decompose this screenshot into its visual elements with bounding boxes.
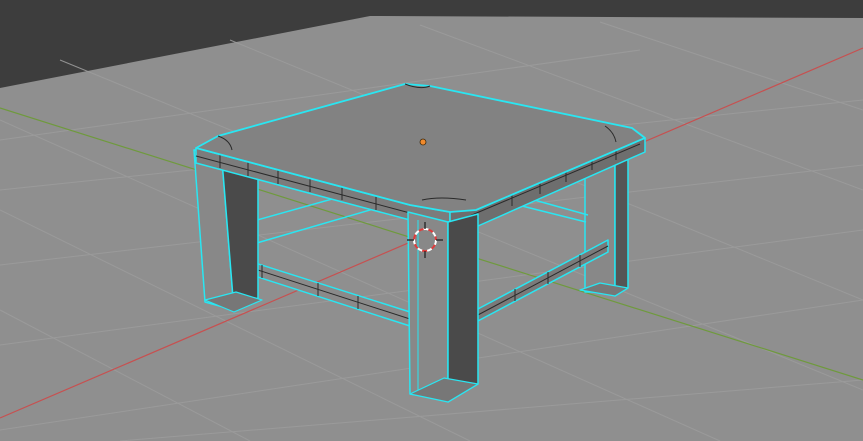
viewport-canvas[interactable] [0, 0, 863, 441]
3d-viewport[interactable] [0, 0, 863, 441]
object-origin-dot-icon[interactable] [419, 138, 427, 146]
